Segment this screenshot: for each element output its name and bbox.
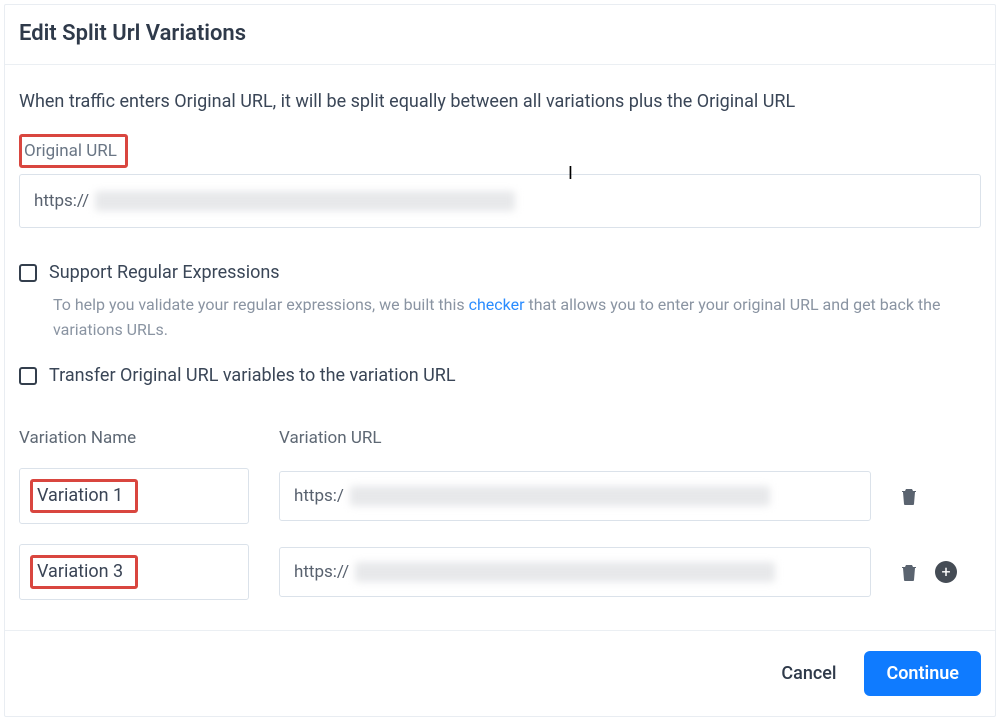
panel-footer: Cancel Continue	[5, 631, 995, 716]
panel-header: Edit Split Url Variations	[5, 5, 995, 65]
variation-name-value: Variation 1	[30, 479, 138, 513]
page-title: Edit Split Url Variations	[19, 21, 981, 46]
original-url-label-row: Original URL	[19, 134, 981, 168]
variation-url-prefix: https://	[294, 562, 349, 582]
original-url-input[interactable]: https:// I	[19, 174, 981, 228]
regex-option-row: Support Regular Expressions	[19, 262, 981, 283]
column-variation-name: Variation Name	[19, 428, 249, 448]
redacted-url	[350, 486, 770, 506]
regex-helper-text: To help you validate your regular expres…	[53, 293, 981, 343]
variation-name-value: Variation 3	[30, 555, 138, 589]
continue-button[interactable]: Continue	[864, 651, 981, 696]
regex-helper-pre: To help you validate your regular expres…	[53, 295, 469, 314]
transfer-option-row: Transfer Original URL variables to the v…	[19, 365, 981, 386]
variation-name-input[interactable]: Variation 3	[19, 544, 249, 600]
regex-label: Support Regular Expressions	[49, 262, 280, 283]
variation-url-input[interactable]: https://	[279, 547, 871, 597]
original-url-label: Original URL	[19, 134, 128, 168]
transfer-label: Transfer Original URL variables to the v…	[49, 365, 456, 386]
cancel-button[interactable]: Cancel	[781, 663, 836, 684]
redacted-url	[355, 562, 775, 582]
delete-icon[interactable]	[901, 487, 917, 505]
panel-body: When traffic enters Original URL, it wil…	[5, 65, 995, 631]
variation-row: Variation 1 https:/	[19, 468, 981, 524]
variation-row: Variation 3 https:// +	[19, 544, 981, 600]
variation-name-input[interactable]: Variation 1	[19, 468, 249, 524]
split-description: When traffic enters Original URL, it wil…	[19, 91, 981, 112]
variation-url-prefix: https:/	[294, 486, 344, 506]
edit-split-url-panel: Edit Split Url Variations When traffic e…	[4, 4, 996, 717]
redacted-url	[95, 191, 515, 211]
variations-header: Variation Name Variation URL	[19, 428, 981, 448]
regex-checkbox[interactable]	[19, 264, 37, 282]
delete-icon[interactable]	[901, 563, 917, 581]
add-variation-icon[interactable]: +	[935, 561, 957, 583]
regex-checker-link[interactable]: checker	[469, 295, 525, 314]
variation-url-input[interactable]: https:/	[279, 471, 871, 521]
variation-actions	[901, 487, 917, 505]
transfer-checkbox[interactable]	[19, 367, 37, 385]
variation-actions: +	[901, 561, 957, 583]
column-variation-url: Variation URL	[279, 428, 981, 448]
original-url-prefix: https://	[34, 191, 89, 211]
